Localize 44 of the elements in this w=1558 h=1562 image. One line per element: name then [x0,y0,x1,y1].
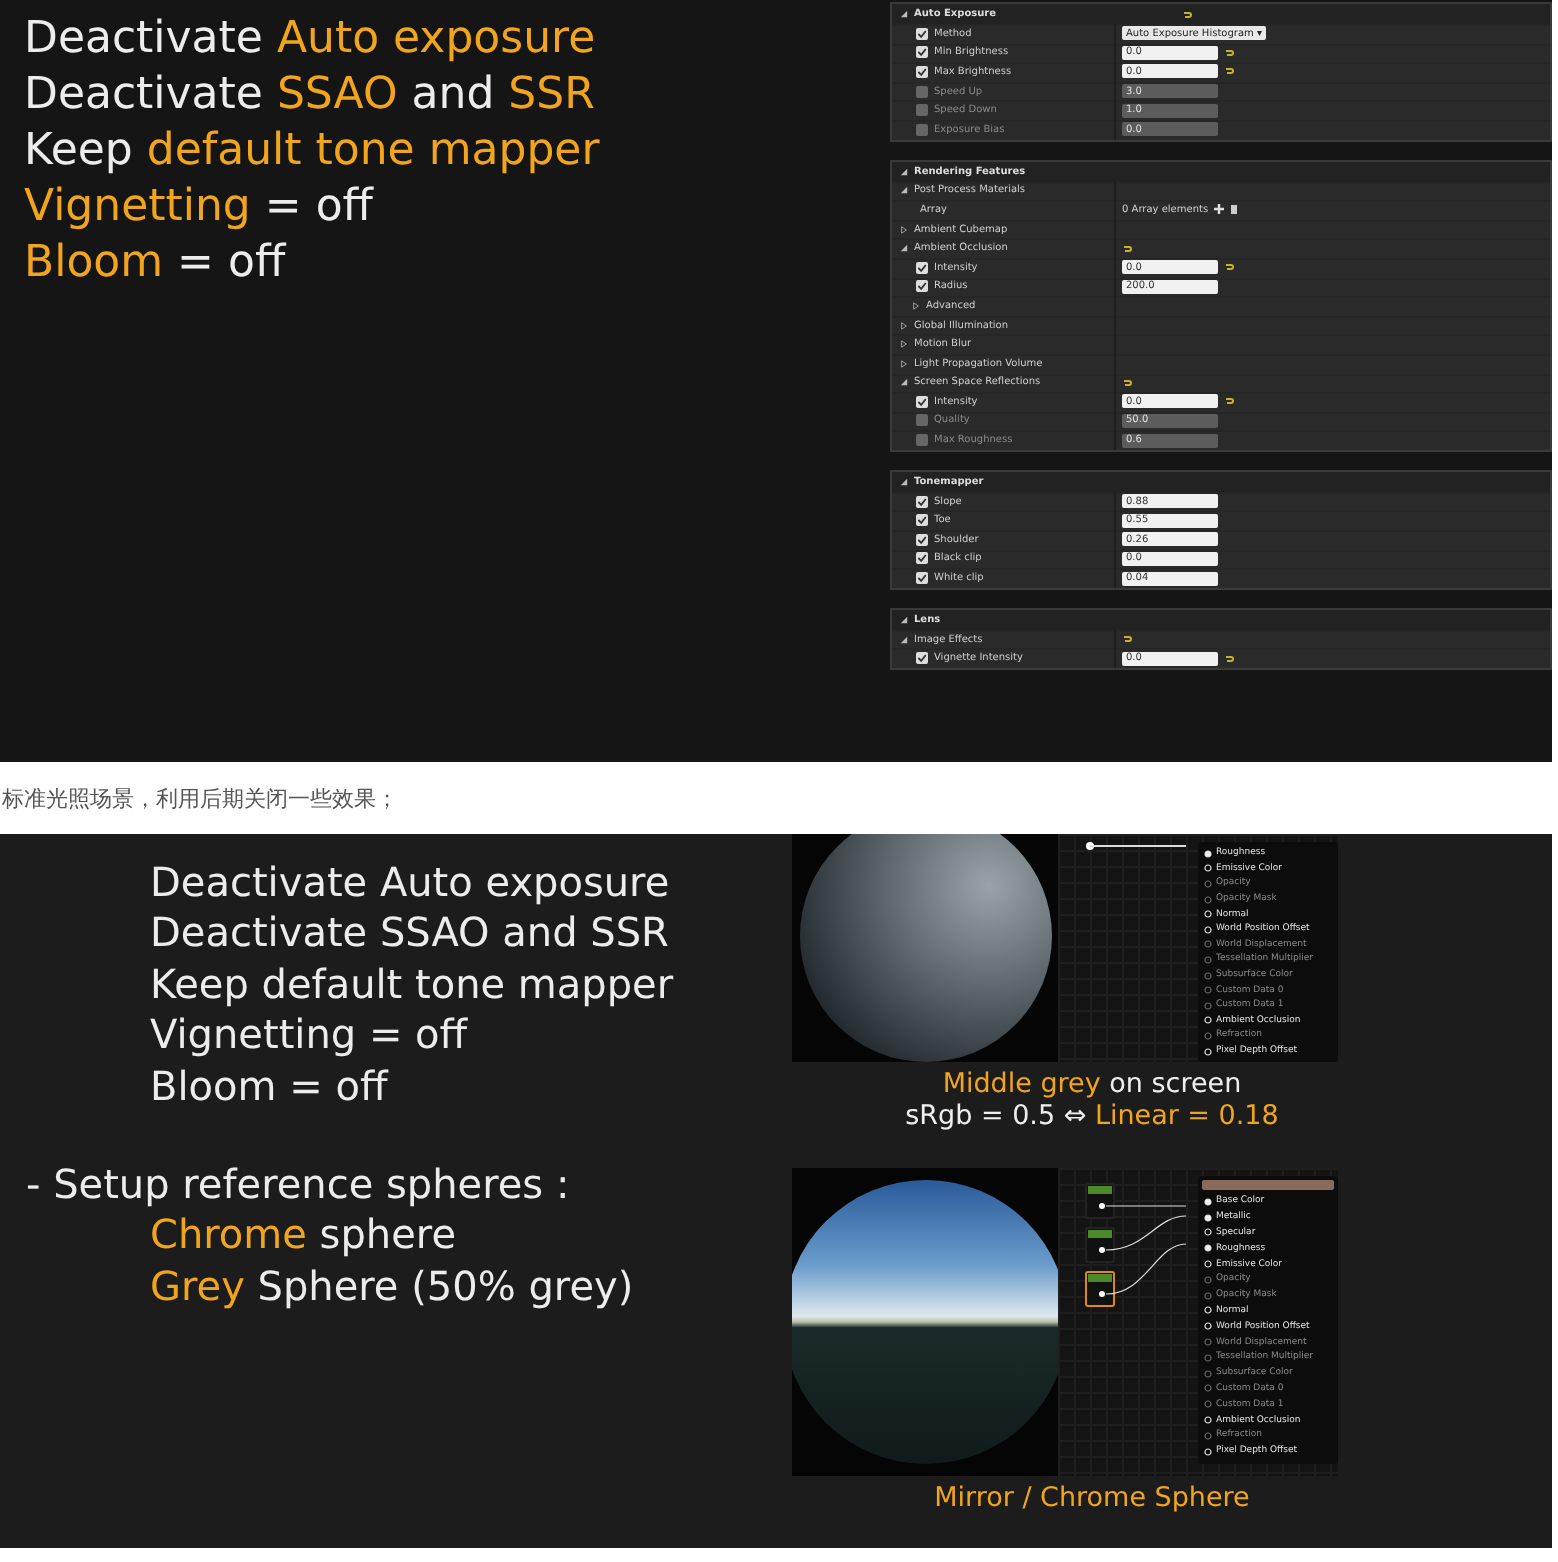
slide-bullet: Keep default tone mapper [24,123,600,180]
expander-arrow-icon[interactable] [900,186,908,195]
add-icon[interactable] [1214,204,1225,215]
image-caption: 标准光照场景，利用后期关闭一些效果； [2,783,398,813]
slide-bullet: Bloom = off [148,1061,391,1113]
checkbox[interactable] [916,280,928,293]
slide-bullet: Keep default tone mapper [148,959,674,1011]
checkbox[interactable] [916,65,928,78]
expander-arrow-icon[interactable] [900,340,908,349]
slide-bullet: Deactivate Auto exposure [148,858,672,909]
expander-arrow-icon[interactable] [900,615,908,624]
trash-icon[interactable] [1230,204,1239,215]
slide-bullet: Chrome sphere [148,1210,458,1262]
slide-bullet: Vignetting = off [148,1010,470,1062]
expander-arrow-icon[interactable] [900,477,908,486]
checkbox[interactable] [916,652,928,665]
slide-bullet: - Setup reference spheres : [26,1160,572,1211]
slide-bullet: Deactivate SSAO and SSR [24,67,597,124]
expander-arrow-icon[interactable] [900,321,908,330]
render-caption: Middle grey on screen [942,1068,1242,1100]
expander-arrow-icon[interactable] [900,635,908,644]
checkbox[interactable] [916,27,928,40]
slide-bullet: Deactivate SSAO and SSR [148,908,671,960]
checkbox[interactable] [916,495,928,508]
slide-bullet: Vignetting = off [24,179,376,236]
render-caption: Mirror / Chrome Sphere [934,1482,1250,1514]
slide-bullet: Grey Sphere (50% grey) [148,1261,636,1313]
checkbox[interactable] [916,514,928,527]
expander-arrow-icon[interactable] [900,244,908,253]
expander-arrow-icon[interactable] [900,378,908,387]
slide-bullet: Deactivate Auto exposure [24,12,598,68]
expander-arrow-icon[interactable] [900,10,908,18]
expander-arrow-icon[interactable] [900,225,908,234]
expander-arrow-icon[interactable] [900,167,908,176]
checkbox[interactable] [916,572,928,585]
checkbox[interactable] [916,261,928,274]
slide-bullet: Bloom = off [24,235,289,292]
checkbox[interactable] [916,552,928,565]
expander-arrow-icon[interactable] [912,301,920,310]
checkbox[interactable] [916,46,928,59]
checkbox[interactable] [916,533,928,546]
checkbox[interactable] [916,395,928,408]
render-caption: sRgb = 0.5 ⇔ Linear = 0.18 [905,1100,1279,1132]
expander-arrow-icon[interactable] [900,359,908,368]
